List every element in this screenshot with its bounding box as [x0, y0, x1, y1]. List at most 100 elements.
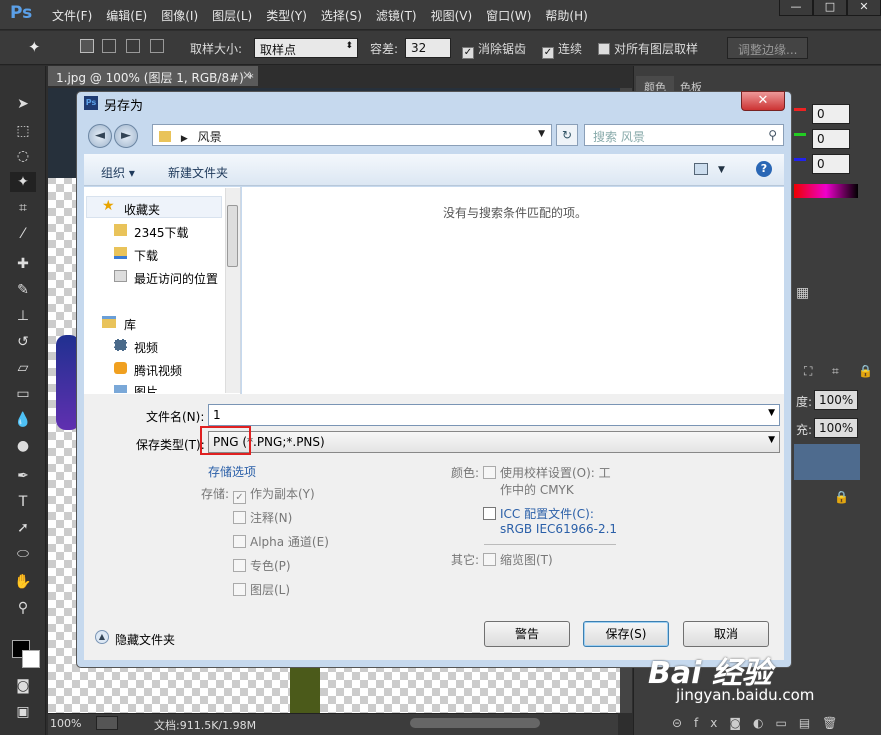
blur-tool-icon[interactable]: 💧: [10, 410, 36, 430]
lock-artboard-icon[interactable]: ⌗: [832, 364, 839, 379]
nav-item-downloads[interactable]: 下载: [134, 247, 158, 264]
icc-checkbox[interactable]: ICC 配置文件(C):: [483, 505, 594, 522]
nav-item-pictures[interactable]: 图片: [134, 383, 158, 393]
zoom-level[interactable]: 100%: [50, 717, 81, 730]
healing-tool-icon[interactable]: ✚: [10, 254, 36, 274]
nav-item-2345[interactable]: 2345下载: [134, 224, 189, 241]
history-brush-icon[interactable]: ↺: [10, 332, 36, 352]
screen-mode-icon[interactable]: ▣: [10, 702, 36, 722]
alpha-checkbox[interactable]: Alpha 通道(E): [233, 533, 329, 550]
lasso-tool-icon[interactable]: ◌: [10, 146, 36, 166]
grid-icon[interactable]: ▦: [796, 285, 809, 301]
magic-wand-icon[interactable]: ✦: [28, 38, 41, 56]
red-value[interactable]: 0: [812, 104, 850, 124]
lock-all-icon[interactable]: 🔒: [858, 364, 873, 378]
menu-window[interactable]: 窗口(W): [486, 7, 531, 24]
hide-folders-link[interactable]: 隐藏文件夹: [115, 631, 175, 648]
close-window-button[interactable]: ✕: [847, 0, 881, 16]
pen-tool-icon[interactable]: ✒: [10, 466, 36, 486]
background-color-swatch[interactable]: [22, 650, 40, 668]
status-icon[interactable]: [96, 716, 118, 730]
antialias-checkbox[interactable]: ✓ 消除锯齿: [462, 40, 526, 59]
lock-position-icon[interactable]: ⛶: [804, 364, 812, 379]
fill-value[interactable]: 100%: [814, 418, 858, 438]
dodge-tool-icon[interactable]: ●: [10, 436, 36, 456]
refine-edge-button[interactable]: 调整边缘...: [727, 37, 809, 59]
eraser-tool-icon[interactable]: ▱: [10, 358, 36, 378]
color-ramp[interactable]: [794, 184, 858, 198]
horizontal-scrollbar[interactable]: [410, 718, 540, 728]
menu-image[interactable]: 图像(I): [161, 7, 198, 24]
type-tool-icon[interactable]: T: [10, 492, 36, 512]
view-dropdown-icon[interactable]: ▼: [718, 165, 725, 175]
back-button[interactable]: ◄: [88, 124, 112, 148]
spot-color-checkbox[interactable]: 专色(P): [233, 557, 291, 574]
warning-button[interactable]: 警告: [484, 621, 570, 647]
nav-item-videos[interactable]: 视频: [134, 339, 158, 356]
path-bar[interactable]: ▶ 风景 ▼: [152, 124, 552, 146]
tolerance-input[interactable]: 32: [405, 38, 451, 58]
menu-filter[interactable]: 滤镜(T): [376, 7, 417, 24]
search-input[interactable]: 搜索 风景 ⚲: [584, 124, 784, 146]
menu-view[interactable]: 视图(V): [431, 7, 473, 24]
new-selection-icon[interactable]: [80, 39, 94, 53]
organize-button[interactable]: 组织 ▾: [101, 164, 135, 181]
selected-layer-row[interactable]: [794, 444, 860, 480]
gradient-tool-icon[interactable]: ▭: [10, 384, 36, 404]
shape-tool-icon[interactable]: ⬭: [10, 544, 36, 564]
sample-size-select[interactable]: 取样点 ⬍: [254, 38, 358, 58]
sample-all-checkbox[interactable]: 对所有图层取样: [598, 40, 698, 57]
menu-file[interactable]: 文件(F): [52, 7, 92, 24]
subtract-selection-icon[interactable]: [126, 39, 140, 53]
menu-layer[interactable]: 图层(L): [212, 7, 252, 24]
nav-item-recent[interactable]: 最近访问的位置: [134, 270, 218, 287]
blue-slider[interactable]: [794, 158, 806, 161]
green-slider[interactable]: [794, 133, 806, 136]
brush-tool-icon[interactable]: ✎: [10, 280, 36, 300]
minimize-button[interactable]: —: [779, 0, 813, 16]
opacity-value[interactable]: 100%: [814, 390, 858, 410]
layers-footer-icons[interactable]: ⊝fx◙◐▭▤🗑: [672, 716, 849, 730]
add-selection-icon[interactable]: [102, 39, 116, 53]
zoom-tool-icon[interactable]: ⚲: [10, 598, 36, 618]
document-tab[interactable]: 1.jpg @ 100% (图层 1, RGB/8#) *: [48, 66, 258, 86]
red-slider[interactable]: [794, 108, 806, 111]
nav-item-tencent-video[interactable]: 腾讯视频: [134, 362, 182, 379]
marquee-tool-icon[interactable]: ⬚: [10, 121, 36, 141]
refresh-icon[interactable]: ↻: [556, 124, 578, 146]
contiguous-checkbox[interactable]: ✓ 连续: [542, 40, 582, 59]
menu-select[interactable]: 选择(S): [321, 7, 362, 24]
filename-input[interactable]: 1 ▼: [208, 404, 780, 426]
new-folder-button[interactable]: 新建文件夹: [168, 164, 228, 181]
as-copy-checkbox[interactable]: ✓ 作为副本(Y): [233, 485, 315, 504]
filetype-select[interactable]: PNG (*.PNG;*.PNS) ▼: [208, 431, 780, 453]
collapse-icon[interactable]: ▲: [95, 630, 109, 644]
proof-checkbox[interactable]: 使用校样设置(O): 工: [483, 464, 611, 481]
green-value[interactable]: 0: [812, 129, 850, 149]
libraries-label[interactable]: 库: [124, 316, 136, 333]
menu-type[interactable]: 类型(Y): [266, 7, 307, 24]
eyedropper-tool-icon[interactable]: ⁄: [10, 224, 36, 244]
forward-button[interactable]: ►: [114, 124, 138, 148]
crop-tool-icon[interactable]: ⌗: [10, 198, 36, 218]
notes-checkbox[interactable]: 注释(N): [233, 509, 292, 526]
menu-help[interactable]: 帮助(H): [545, 7, 587, 24]
view-icon[interactable]: [694, 163, 708, 175]
cancel-button[interactable]: 取消: [683, 621, 769, 647]
hand-tool-icon[interactable]: ✋: [10, 572, 36, 592]
path-select-icon[interactable]: ➚: [10, 518, 36, 538]
quick-mask-icon[interactable]: ◙: [10, 676, 36, 696]
help-icon[interactable]: ?: [756, 161, 772, 177]
close-tab-icon[interactable]: ×: [242, 68, 252, 82]
menu-edit[interactable]: 编辑(E): [106, 7, 147, 24]
magic-wand-tool-icon[interactable]: ✦: [10, 172, 36, 192]
stamp-tool-icon[interactable]: ⊥: [10, 306, 36, 326]
blue-value[interactable]: 0: [812, 154, 850, 174]
intersect-selection-icon[interactable]: [150, 39, 164, 53]
layers-checkbox[interactable]: 图层(L): [233, 581, 290, 598]
thumbnail-checkbox[interactable]: 缩览图(T): [483, 551, 553, 568]
nav-scroll-thumb[interactable]: [227, 205, 238, 267]
save-button[interactable]: 保存(S): [583, 621, 669, 647]
dialog-close-button[interactable]: ✕: [741, 91, 785, 111]
move-tool-icon[interactable]: ➤: [10, 94, 36, 114]
